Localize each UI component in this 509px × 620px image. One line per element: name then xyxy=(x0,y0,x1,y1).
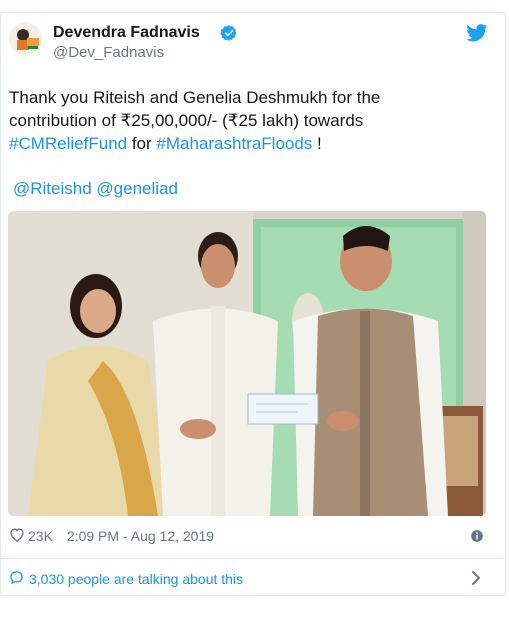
conversation-text: 3,030 people are talking about this xyxy=(29,571,244,587)
tweet-text-between: for xyxy=(127,134,157,153)
hashtag-maharashtrafloods[interactable]: #MaharashtraFloods xyxy=(156,134,312,153)
like-count[interactable]: 23K xyxy=(28,528,53,544)
twitter-logo-icon[interactable] xyxy=(466,24,488,47)
tweet-text-line2: contribution of ₹25,00,000/- (₹25 lakh) … xyxy=(9,111,364,130)
profile-photo-icon xyxy=(9,22,42,55)
tweet-text-end: ! xyxy=(312,134,322,153)
conversation-link[interactable]: 3,030 people are talking about this xyxy=(9,570,243,588)
tweet-photo[interactable] xyxy=(8,211,486,516)
tweet-timestamp[interactable]: 2:09 PM - Aug 12, 2019 xyxy=(67,528,214,544)
tweet-text-line1: Thank you Riteish and Genelia Deshmukh f… xyxy=(9,88,381,107)
divider xyxy=(0,558,504,559)
hashtag-cmrelieffund[interactable]: #CMReliefFund xyxy=(9,134,127,153)
photo-image xyxy=(8,211,486,516)
heart-icon[interactable] xyxy=(9,527,25,545)
mention-riteishd[interactable]: @Riteishd xyxy=(13,179,92,198)
author-handle[interactable]: @Dev_Fadnavis xyxy=(53,44,164,61)
mention-geneliad[interactable]: @geneliad xyxy=(96,179,178,198)
verified-badge-icon xyxy=(220,24,238,47)
avatar[interactable] xyxy=(9,22,42,55)
tweet-meta: 23K 2:09 PM - Aug 12, 2019 xyxy=(9,527,214,545)
chevron-right-icon[interactable] xyxy=(470,570,482,591)
info-icon[interactable] xyxy=(470,529,484,548)
tweet-text: Thank you Riteish and Genelia Deshmukh f… xyxy=(9,86,499,155)
mentions: @Riteishd @geneliad xyxy=(13,179,178,199)
comment-bubble-icon xyxy=(9,570,24,588)
author-name[interactable]: Devendra Fadnavis xyxy=(53,24,200,42)
